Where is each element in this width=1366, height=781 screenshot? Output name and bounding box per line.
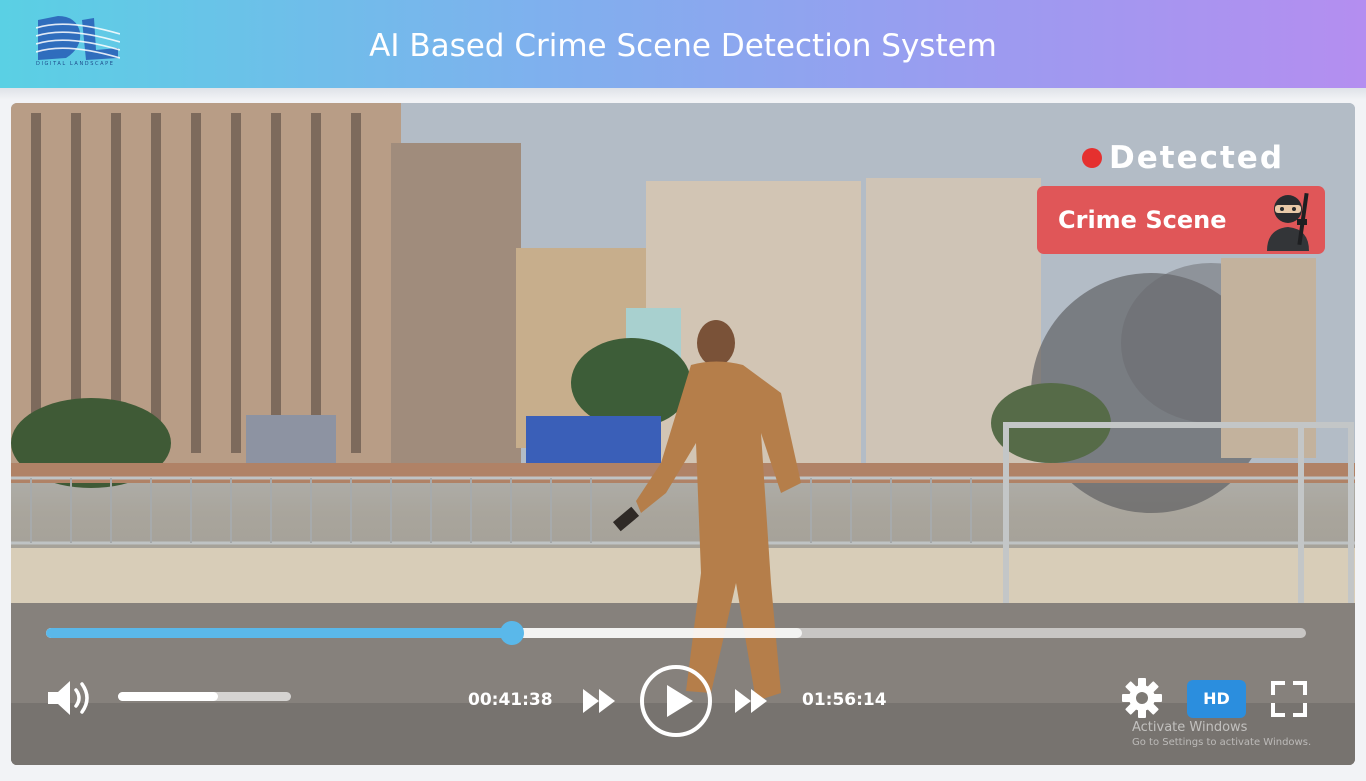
recording-dot-icon: [1082, 148, 1102, 168]
fast-forward-icon[interactable]: [733, 687, 771, 715]
video-player[interactable]: Detected Crime Scene 00:41:38 01:56:14 H…: [11, 103, 1355, 765]
volume-level: [118, 692, 219, 701]
volume-slider[interactable]: [118, 692, 291, 701]
crime-scene-badge: Crime Scene: [1037, 186, 1325, 254]
volume-icon[interactable]: [46, 678, 94, 718]
play-button[interactable]: [638, 663, 714, 739]
hd-quality-button[interactable]: HD: [1187, 680, 1246, 718]
app-header: DIGITAL LANDSCAPE AI Based Crime Scene D…: [0, 0, 1366, 88]
progress-handle[interactable]: [500, 621, 525, 645]
total-time: 01:56:14: [802, 690, 887, 710]
header-shadow: [0, 88, 1366, 100]
fullscreen-icon[interactable]: [1270, 680, 1308, 718]
gear-icon[interactable]: [1121, 677, 1163, 719]
rewind-icon[interactable]: [581, 687, 619, 715]
activate-windows-subtitle: Go to Settings to activate Windows.: [1132, 737, 1312, 748]
progress-bar[interactable]: [46, 621, 1306, 645]
progress-played: [46, 628, 513, 638]
activate-windows-title: Activate Windows: [1132, 720, 1248, 735]
detection-status-label: Detected: [1109, 140, 1285, 176]
detection-status: Detected: [1082, 140, 1284, 176]
crime-scene-label: Crime Scene: [1058, 206, 1227, 234]
current-time: 00:41:38: [468, 690, 553, 710]
masked-criminal-with-gun-icon: [1267, 192, 1309, 251]
page-title: AI Based Crime Scene Detection System: [369, 28, 997, 64]
